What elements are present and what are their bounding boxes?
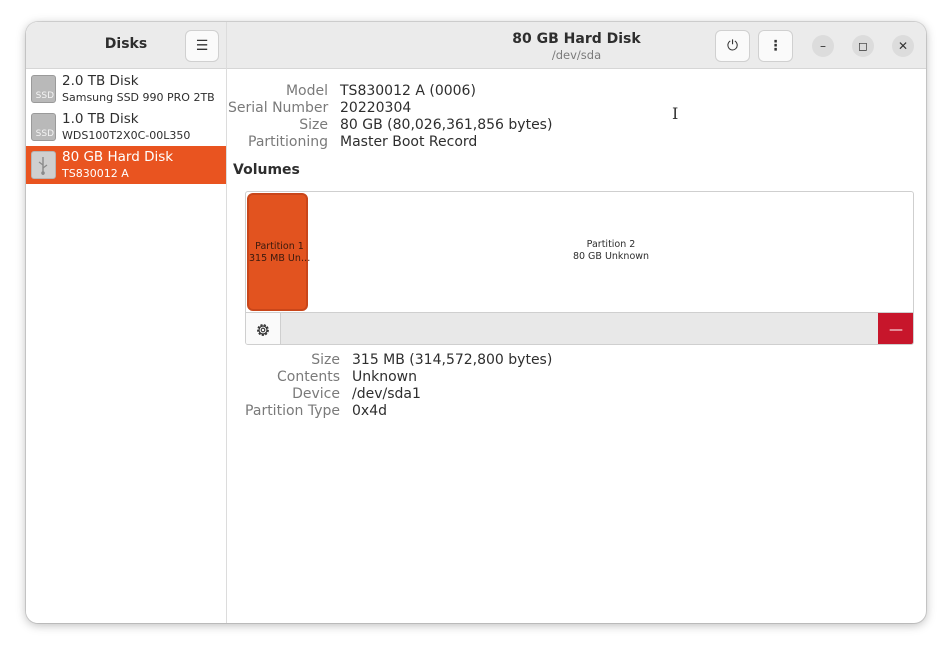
disk-item-1tb[interactable]: SSD 1.0 TB Disk WDS100T2X0C-00L350 bbox=[26, 108, 226, 146]
sidebar-header: Disks ☰ bbox=[26, 22, 226, 69]
size-label: Size bbox=[299, 117, 328, 133]
serial-value: 20220304 bbox=[340, 100, 412, 116]
device-value: /dev/sda1 bbox=[352, 386, 421, 402]
size-value: 80 GB (80,026,361,856 bytes) bbox=[340, 117, 553, 133]
close-button[interactable]: ✕ bbox=[892, 35, 914, 57]
text-cursor-icon: I bbox=[672, 104, 679, 123]
disk-model: WDS100T2X0C-00L350 bbox=[62, 129, 191, 142]
maximize-icon: ◻ bbox=[858, 39, 868, 53]
partition-size-value: 315 MB (314,572,800 bytes) bbox=[352, 352, 553, 368]
partition-type-label: Partition Type bbox=[245, 403, 340, 419]
disk-list: SSD 2.0 TB Disk Samsung SSD 990 PRO 2TB … bbox=[26, 70, 226, 184]
partition-2-block[interactable]: Partition 2 80 GB Unknown bbox=[308, 192, 913, 312]
partition-2-label: Partition 2 80 GB Unknown bbox=[308, 239, 913, 263]
volumes-map: Partition 1 315 MB Un… Partition 2 80 GB… bbox=[245, 191, 914, 345]
usb-drive-icon bbox=[31, 151, 56, 179]
sidebar: Disks ☰ SSD 2.0 TB Disk Samsung SSD 990 … bbox=[26, 22, 227, 623]
partitioning-label: Partitioning bbox=[248, 134, 328, 150]
maximize-button[interactable]: ◻ bbox=[852, 35, 874, 57]
disks-window: Disks ☰ SSD 2.0 TB Disk Samsung SSD 990 … bbox=[26, 22, 926, 623]
ssd-icon: SSD bbox=[31, 113, 56, 141]
partition-options-button[interactable] bbox=[246, 313, 281, 344]
disk-name: 80 GB Hard Disk bbox=[62, 149, 174, 165]
partition-1-name: Partition 1 bbox=[255, 241, 304, 252]
partitioning-value: Master Boot Record bbox=[340, 134, 478, 150]
hamburger-icon: ☰ bbox=[195, 38, 209, 54]
gear-icon bbox=[257, 323, 269, 336]
partition-1-label: Partition 1 315 MB Un… bbox=[249, 241, 310, 265]
usb-symbol-icon bbox=[38, 157, 48, 175]
disk-model: TS830012 A bbox=[62, 167, 129, 180]
minimize-icon: – bbox=[820, 39, 826, 53]
disk-name: 1.0 TB Disk bbox=[62, 111, 139, 127]
disk-item-80gb[interactable]: 80 GB Hard Disk TS830012 A bbox=[26, 146, 226, 184]
model-label: Model bbox=[285, 83, 328, 99]
partition-2-size: 80 GB Unknown bbox=[572, 251, 650, 262]
minus-icon: — bbox=[889, 321, 903, 338]
ssd-icon: SSD bbox=[31, 75, 56, 103]
main-header: 80 GB Hard Disk /dev/sda ⏻ ⋮ – ◻ ✕ bbox=[227, 22, 926, 69]
volumes-heading: Volumes bbox=[233, 162, 300, 178]
partition-1-size: 315 MB Un… bbox=[249, 253, 310, 264]
contents-value: Unknown bbox=[352, 369, 417, 385]
power-off-button[interactable]: ⏻ bbox=[715, 30, 750, 62]
main-menu-button[interactable]: ☰ bbox=[185, 30, 219, 62]
disk-model: Samsung SSD 990 PRO 2TB bbox=[62, 91, 215, 104]
serial-label: Serial Number bbox=[228, 100, 329, 116]
disk-name: 2.0 TB Disk bbox=[62, 73, 139, 89]
partition-1-block[interactable]: Partition 1 315 MB Un… bbox=[247, 193, 310, 311]
partition-size-label: Size bbox=[311, 352, 340, 368]
drive-options-button[interactable]: ⋮ bbox=[758, 30, 793, 62]
partition-type-value: 0x4d bbox=[352, 403, 387, 419]
delete-partition-button[interactable]: — bbox=[878, 313, 913, 344]
contents-label: Contents bbox=[277, 369, 340, 385]
device-label: Device bbox=[292, 386, 340, 402]
volume-toolbar: — bbox=[246, 312, 913, 344]
kebab-menu-icon: ⋮ bbox=[768, 38, 783, 54]
disk-item-2tb[interactable]: SSD 2.0 TB Disk Samsung SSD 990 PRO 2TB bbox=[26, 70, 226, 108]
minimize-button[interactable]: – bbox=[812, 35, 834, 57]
model-value: TS830012 A (0006) bbox=[340, 83, 476, 99]
partition-2-name: Partition 2 bbox=[586, 239, 636, 250]
power-icon: ⏻ bbox=[726, 38, 739, 54]
close-icon: ✕ bbox=[897, 39, 909, 53]
